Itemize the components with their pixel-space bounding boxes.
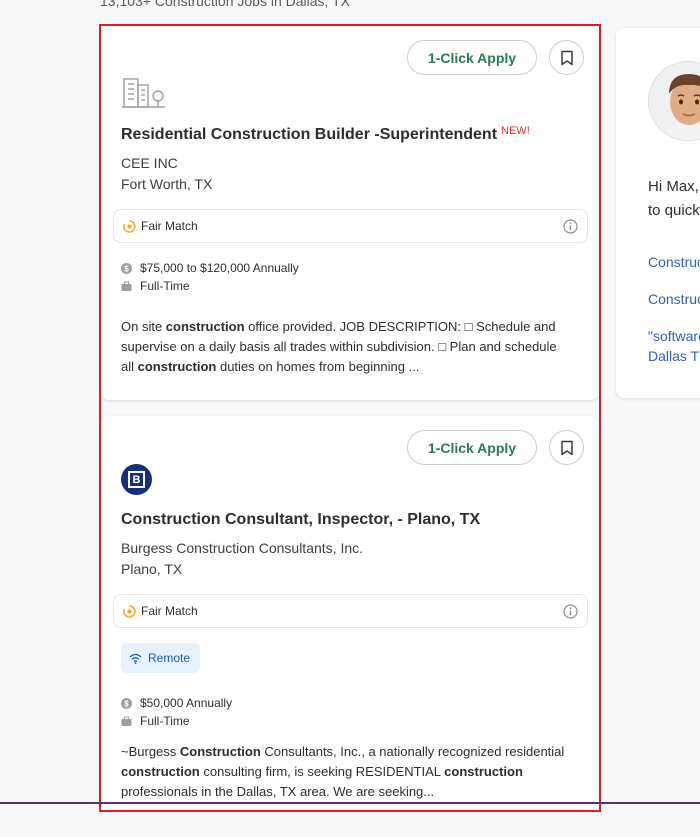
avatar-illustration <box>649 62 700 140</box>
job-type-row: Full-Time <box>121 714 190 728</box>
job-feed: 1-Click Apply Residential Construction B… <box>99 24 601 812</box>
job-snippet: On site construction office provided. JO… <box>121 317 566 377</box>
info-icon[interactable] <box>563 604 578 619</box>
job-type: Full-Time <box>140 279 190 293</box>
snippet-text: duties on homes from beginning ... <box>216 359 420 374</box>
dollar-icon: $ <box>121 262 132 274</box>
match-label: Fair Match <box>141 219 198 233</box>
snippet-text: professionals in the Dallas, TX area. We… <box>121 784 435 799</box>
dollar-icon: $ <box>121 697 132 709</box>
snippet-text: ~Burgess <box>121 744 180 759</box>
svg-text:$: $ <box>124 264 129 273</box>
salary: $75,000 to $120,000 Annually <box>140 261 299 275</box>
salary-row: $ $50,000 Annually <box>121 696 232 710</box>
job-type-row: Full-Time <box>121 279 190 293</box>
bookmark-icon <box>560 440 573 455</box>
recent-search-link[interactable]: Construc <box>648 289 700 309</box>
snippet-text: consulting firm, is seeking RESIDENTIAL <box>199 764 445 779</box>
job-card[interactable]: 1-Click Apply B Construction Consultant,… <box>101 416 599 810</box>
company-name: Burgess Construction Consultants, Inc. <box>121 540 364 556</box>
job-snippet: ~Burgess Construction Consultants, Inc.,… <box>121 742 566 802</box>
briefcase-icon <box>121 716 132 726</box>
svg-text:$: $ <box>124 699 129 708</box>
profile-card: Hi Max, to quick Construc Construc "soft… <box>616 28 700 398</box>
wifi-icon <box>129 653 142 664</box>
snippet-keyword: Construction <box>179 744 261 759</box>
snippet-keyword: construction <box>137 359 217 374</box>
job-location: Plano, TX <box>121 561 183 577</box>
snippet-text: On site <box>121 319 166 334</box>
bookmark-icon <box>560 50 573 65</box>
snippet-keyword: construction <box>121 764 200 779</box>
one-click-apply-button[interactable]: 1-Click Apply <box>407 40 537 75</box>
save-job-button[interactable] <box>549 430 584 465</box>
snippet-text: Consultants, Inc., a nationally recogniz… <box>260 744 565 759</box>
recent-search-link[interactable]: Construc <box>648 252 700 272</box>
snippet-keyword: construction <box>165 319 245 334</box>
remote-tag: Remote <box>121 643 200 673</box>
salary: $50,000 Annually <box>140 696 233 710</box>
new-badge: NEW! <box>501 125 530 137</box>
remote-label: Remote <box>148 651 191 665</box>
company-name: CEE INC <box>121 155 178 171</box>
building-placeholder-icon <box>122 78 165 108</box>
job-title[interactable]: Residential Construction Builder -Superi… <box>121 125 530 144</box>
match-bar[interactable]: Fair Match <box>113 209 588 243</box>
company-logo: B <box>121 464 152 495</box>
avatar[interactable] <box>648 61 700 141</box>
info-icon[interactable] <box>563 219 578 234</box>
snippet-keyword: construction <box>444 764 523 779</box>
recent-search-link[interactable]: Dallas T <box>648 346 699 366</box>
match-bar[interactable]: Fair Match <box>113 594 588 628</box>
fair-match-icon <box>123 605 136 618</box>
save-job-button[interactable] <box>549 40 584 75</box>
briefcase-icon <box>121 281 132 291</box>
greeting: Hi Max, to quick <box>648 178 700 219</box>
job-card[interactable]: 1-Click Apply Residential Construction B… <box>101 26 599 400</box>
one-click-apply-button[interactable]: 1-Click Apply <box>407 430 537 465</box>
job-type: Full-Time <box>140 714 190 728</box>
recent-search-link[interactable]: "software <box>648 326 700 346</box>
results-count: 13,103+ Construction Jobs in Dallas, TX <box>100 0 350 9</box>
match-label: Fair Match <box>141 604 198 618</box>
job-title[interactable]: Construction Consultant, Inspector, - Pl… <box>121 511 480 529</box>
salary-row: $ $75,000 to $120,000 Annually <box>121 261 299 275</box>
page-divider <box>0 802 700 804</box>
fair-match-icon <box>123 220 136 233</box>
job-location: Fort Worth, TX <box>121 176 213 192</box>
